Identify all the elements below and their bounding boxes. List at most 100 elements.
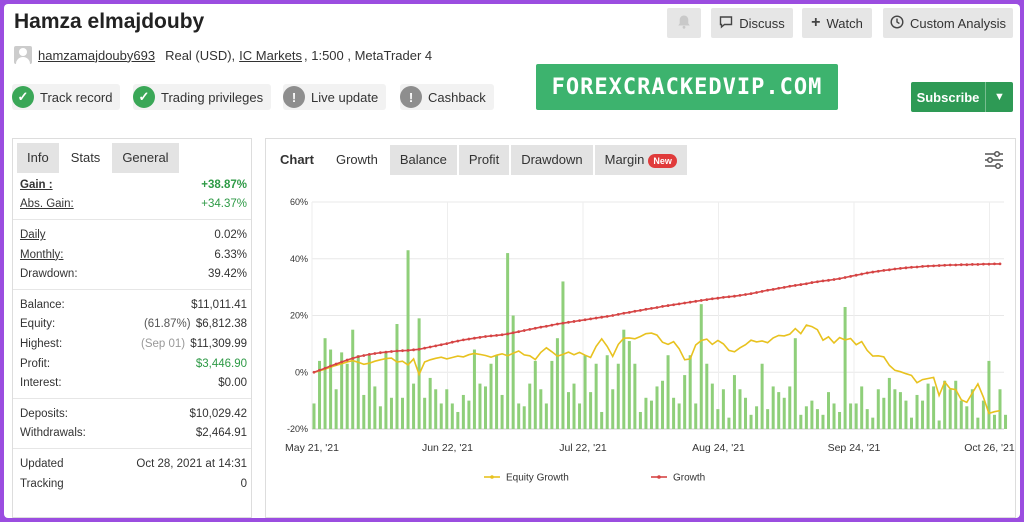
growth-series: [312, 262, 1002, 374]
daily-bar: [373, 386, 377, 429]
growth-point: [865, 271, 869, 275]
growth-point: [860, 272, 864, 276]
badge-cashback[interactable]: ! Cashback: [400, 84, 494, 110]
tab-balance[interactable]: Balance: [389, 145, 457, 175]
chart-tabs: Chart Growth Balance Profit Drawdown Mar…: [270, 145, 687, 175]
daily-bar: [638, 411, 642, 429]
growth-point: [760, 289, 764, 293]
x-tick-label: Jun 22, '21: [422, 442, 473, 454]
stat-value: +34.37%: [201, 198, 247, 211]
growth-point: [915, 265, 919, 269]
growth-point: [904, 266, 908, 270]
growth-point: [356, 355, 360, 359]
watch-button[interactable]: + Watch: [802, 8, 872, 38]
account-info: hamzamajdouby693 Real (USD), IC Markets …: [14, 46, 432, 64]
daily-bar: [467, 400, 471, 429]
growth-point: [417, 347, 421, 351]
growth-point: [948, 263, 952, 267]
daily-bar: [589, 392, 593, 429]
daily-bar: [699, 304, 703, 429]
tab-general[interactable]: General: [112, 143, 179, 173]
growth-point: [744, 293, 747, 296]
daily-bar: [694, 403, 698, 429]
daily-bar: [793, 338, 797, 429]
growth-point: [943, 263, 947, 267]
growth-point: [666, 304, 670, 307]
tab-margin[interactable]: Margin New: [594, 145, 687, 175]
chevron-down-icon[interactable]: ▼: [985, 82, 1013, 112]
daily-bar: [832, 403, 836, 429]
divider: [13, 448, 251, 450]
growth-point: [688, 300, 692, 304]
growth-point: [373, 352, 377, 355]
growth-point: [694, 299, 698, 303]
daily-bar: [500, 394, 504, 429]
tab-drawdown[interactable]: Drawdown: [511, 145, 593, 175]
growth-point: [639, 308, 642, 312]
growth-point: [312, 370, 316, 374]
growth-point: [544, 324, 548, 328]
daily-bar: [821, 414, 825, 429]
daily-bar: [611, 389, 615, 429]
growth-point: [710, 297, 714, 301]
daily-bar: [633, 363, 637, 429]
growth-point: [528, 328, 532, 331]
tab-growth[interactable]: Growth: [325, 145, 388, 175]
stat-label[interactable]: Monthly:: [20, 249, 63, 261]
badge-label: Trading privileges: [161, 89, 264, 105]
growth-point: [959, 263, 963, 267]
stat-abs-gain: Abs. Gain: +34.37%: [13, 195, 251, 215]
x-tick-label: May 21, '21: [285, 442, 339, 454]
daily-bar: [600, 411, 604, 429]
growth-chart: 60% 40% 20% 0% -20% May 21, '21 Jun 22, '21 Ju…: [285, 197, 1015, 484]
badge-trading-privileges[interactable]: ✓ Trading privileges: [133, 84, 272, 110]
growth-point: [871, 270, 875, 274]
stat-label[interactable]: Daily: [20, 229, 46, 241]
badge-label: Live update: [311, 89, 379, 105]
sliders-icon[interactable]: [983, 149, 1005, 171]
daily-bar: [544, 403, 548, 429]
daily-bar: [771, 386, 775, 429]
stat-label[interactable]: Abs. Gain:: [20, 198, 74, 210]
growth-point: [428, 345, 432, 349]
stat-label[interactable]: Gain :: [20, 179, 53, 191]
daily-bar: [871, 417, 875, 429]
daily-bar: [782, 397, 786, 429]
growth-point: [843, 276, 847, 279]
growth-point: [378, 351, 382, 355]
stat-value: $10,029.42: [189, 407, 247, 420]
exclamation-icon: !: [283, 86, 305, 108]
growth-point: [766, 288, 770, 292]
notification-button[interactable]: [667, 8, 701, 38]
daily-bar: [838, 411, 842, 429]
username-link[interactable]: hamzamajdouby693: [38, 48, 155, 63]
growth-point: [539, 325, 543, 329]
stat-label: Withdrawals:: [20, 427, 86, 440]
growth-point: [412, 348, 415, 352]
stat-value: $3,446.90: [195, 357, 247, 370]
growth-point: [600, 315, 604, 319]
growth-point: [556, 322, 559, 326]
discuss-button[interactable]: Discuss: [711, 8, 793, 38]
growth-point: [661, 305, 664, 308]
y-tick-label: 20%: [290, 311, 308, 321]
daily-bar: [882, 397, 886, 429]
tab-chart[interactable]: Chart: [270, 145, 324, 175]
custom-analysis-button[interactable]: Custom Analysis: [883, 8, 1013, 38]
daily-bar: [644, 397, 648, 429]
tab-stats[interactable]: Stats: [60, 143, 111, 173]
badge-live-update[interactable]: ! Live update: [283, 84, 387, 110]
tab-profit[interactable]: Profit: [458, 145, 510, 175]
broker-link[interactable]: IC Markets: [239, 48, 302, 63]
growth-point: [882, 268, 886, 272]
daily-bar: [550, 360, 554, 429]
subscribe-button[interactable]: Subscribe ▼: [911, 82, 1013, 112]
stat-interest: Interest: $0.00: [13, 373, 251, 393]
tab-info[interactable]: Info: [17, 143, 59, 173]
daily-bar: [323, 338, 327, 429]
badge-track-record[interactable]: ✓ Track record: [12, 84, 121, 110]
daily-bar: [450, 403, 454, 429]
x-axis: May 21, '21 Jun 22, '21 Jul 22, '21 Aug 24,…: [285, 442, 1015, 454]
y-tick-label: -20%: [287, 424, 308, 434]
growth-point: [733, 294, 736, 298]
